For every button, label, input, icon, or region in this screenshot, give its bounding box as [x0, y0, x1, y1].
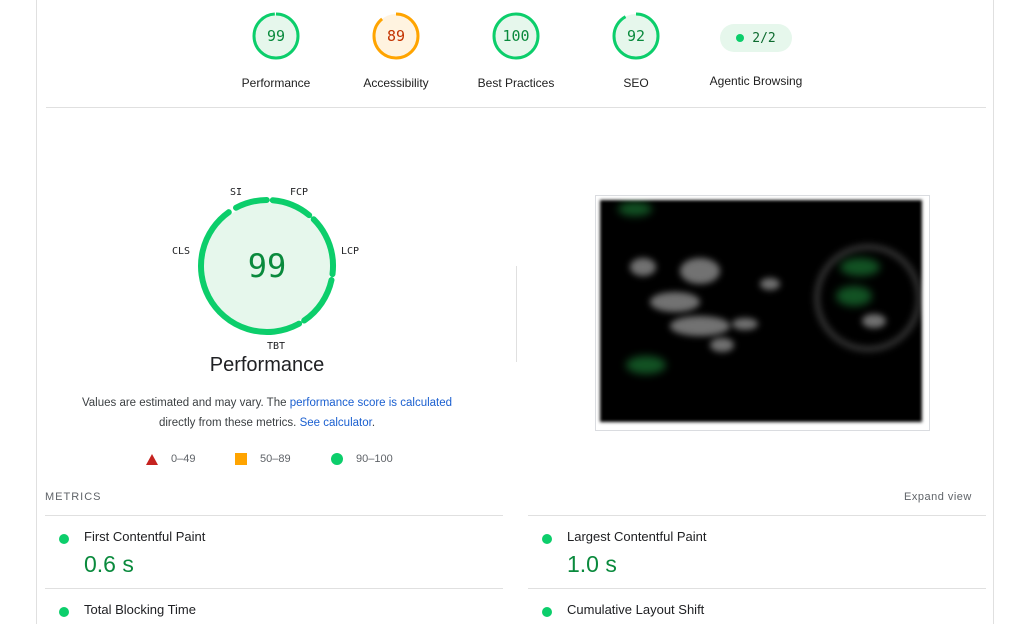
performance-description: Values are estimated and may vary. The p…: [60, 393, 474, 433]
gauge-label: Best Practices: [477, 76, 555, 90]
gauge-label: Accessibility: [363, 76, 429, 90]
metric-name: Largest Contentful Paint: [567, 529, 707, 544]
performance-title: Performance: [209, 354, 325, 376]
metric-value: 1.0 s: [567, 551, 617, 577]
gauge-score: 99: [266, 27, 286, 45]
metric-label-cls: CLS: [172, 246, 191, 257]
performance-score: 99: [247, 247, 287, 285]
gauge-performance[interactable]: 99 Performance: [206, 12, 346, 90]
metrics-divider: [45, 588, 503, 589]
gauge-ring: 100: [492, 12, 540, 60]
gauge-label: Performance: [241, 76, 311, 90]
circle-icon: [331, 453, 343, 465]
gauge-accessibility[interactable]: 89 Accessibility: [326, 12, 466, 90]
metric-name: First Contentful Paint: [84, 529, 206, 544]
metric-fcp: First Contentful Paint 0.6 s: [59, 529, 459, 581]
gauge-ring: 89: [372, 12, 420, 60]
metrics-title: METRICS: [45, 491, 102, 503]
metric-label-fcp: FCP: [290, 187, 309, 198]
legend-range: 90–100: [356, 453, 393, 465]
desc-text: Values are estimated and may vary. The: [81, 397, 290, 409]
see-calculator-link[interactable]: See calculator: [300, 417, 372, 429]
metric-label-tbt: TBT: [267, 341, 286, 352]
pass-dot-icon: [59, 607, 69, 617]
gauge-score: 92: [626, 27, 646, 45]
metric-label-lcp: LCP: [341, 246, 360, 257]
vertical-divider: [516, 266, 517, 362]
gauge-seo[interactable]: 92 SEO: [566, 12, 706, 90]
square-icon: [235, 453, 247, 465]
gauge-agentic-browsing[interactable]: 2/2 Agentic Browsing: [686, 12, 826, 88]
agentic-value: 2/2: [752, 30, 776, 46]
metric-value: 0.6 s: [84, 551, 134, 577]
metric-tbt: Total Blocking Time: [59, 602, 459, 624]
screenshot-image: [600, 200, 922, 422]
final-screenshot[interactable]: [595, 195, 930, 431]
pass-dot-icon: [59, 534, 69, 544]
metric-label-si: SI: [230, 187, 243, 198]
desc-text-2: directly from these metrics.: [158, 417, 300, 429]
gauge-label: SEO: [623, 76, 649, 90]
desc-end: .: [371, 417, 376, 429]
divider: [46, 107, 986, 108]
metrics-divider: [528, 515, 986, 516]
triangle-icon: [146, 453, 158, 465]
metric-cls: Cumulative Layout Shift: [542, 602, 942, 624]
pass-dot-icon: [542, 607, 552, 617]
gauge-label: Agentic Browsing: [709, 74, 803, 88]
metric-lcp: Largest Contentful Paint 1.0 s: [542, 529, 942, 581]
agentic-pill: 2/2: [720, 24, 792, 52]
score-calculated-link[interactable]: performance score is calculated: [290, 397, 452, 409]
legend-average: 50–89: [235, 451, 291, 467]
metric-name: Total Blocking Time: [84, 602, 196, 617]
pass-dot-icon: [542, 534, 552, 544]
gauge-score: 89: [386, 27, 406, 45]
pass-dot-icon: [736, 34, 745, 42]
gauge-ring: 92: [612, 12, 660, 60]
metrics-divider: [45, 515, 503, 516]
legend-pass: 90–100: [331, 451, 393, 467]
performance-gauge: 99: [197, 196, 337, 336]
legend-range: 50–89: [260, 453, 291, 465]
metric-name: Cumulative Layout Shift: [567, 602, 705, 617]
gauge-best-practices[interactable]: 100 Best Practices: [446, 12, 586, 90]
gauge-ring: 99: [252, 12, 300, 60]
expand-view-button[interactable]: Expand view: [904, 491, 972, 503]
metrics-divider: [528, 588, 986, 589]
legend-fail: 0–49: [146, 451, 195, 467]
legend-range: 0–49: [171, 453, 196, 465]
gauge-score: 100: [502, 27, 530, 45]
